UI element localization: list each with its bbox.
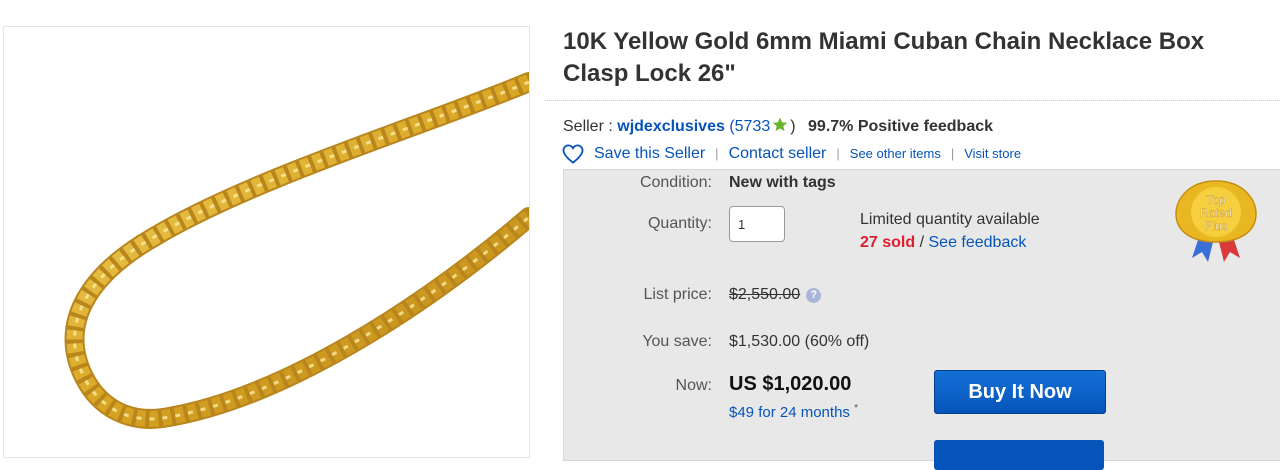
now-label: Now: [675,377,712,394]
condition-value: New with tags [729,174,836,191]
financing-footnote-mark: * [854,403,858,414]
quantity-input[interactable] [729,206,785,242]
condition-label: Condition: [639,174,712,191]
star-icon [772,117,788,139]
availability-text: Limited quantity available [860,211,1040,228]
seller-name-link[interactable]: wjdexclusives [617,118,725,135]
info-icon[interactable]: ? [806,288,822,303]
heart-icon[interactable] [562,144,584,164]
divider [545,100,1280,101]
buy-it-now-button[interactable]: Buy It Now [934,370,1106,414]
visit-store-link[interactable]: Visit store [964,144,1021,164]
contact-seller-link[interactable]: Contact seller [729,144,827,164]
product-title: 10K Yellow Gold 6mm Miami Cuban Chain Ne… [563,28,1205,87]
sold-count: 27 sold [860,234,916,251]
product-image[interactable] [3,26,530,458]
seller-label: Seller : [563,118,613,135]
you-save-label: You save: [642,333,712,350]
you-save-value: $1,530.00 (60% off) [729,333,870,350]
see-feedback-link[interactable]: See feedback [929,234,1027,251]
financing-text[interactable]: $49 for 24 months [729,404,850,421]
sold-separator: / [919,234,925,251]
add-to-cart-button[interactable] [934,440,1104,470]
seller-info: Seller : wjdexclusives (5733) 99.7% Posi… [563,117,993,139]
separator: | [836,146,840,161]
list-price: $2,550.00 [729,286,801,303]
badge-line-top: Top [1206,193,1226,207]
see-other-items-link[interactable]: See other items [850,144,941,164]
feedback-count-link[interactable]: 5733 [735,118,771,135]
separator: | [715,146,719,161]
separator: | [950,146,955,161]
sold-info: 27 sold / See feedback [860,234,1026,252]
top-rated-plus-badge: Top Rated Plus [1170,178,1262,269]
positive-feedback: 99.7% Positive feedback [808,118,994,135]
save-seller-link[interactable]: Save this Seller [594,144,705,164]
badge-line-plus: Plus [1204,219,1227,233]
seller-actions: Save this Seller | Contact seller | See … [562,144,1021,164]
now-price: US $1,020.00 [729,373,852,395]
feedback-close-paren: ) [790,118,796,135]
list-price-label: List price: [643,286,712,303]
list-price-row: $2,550.00? [729,286,822,304]
badge-line-rated: Rated [1200,206,1232,220]
financing-offer[interactable]: $49 for 24 months * [729,403,858,421]
quantity-label: Quantity: [647,215,712,232]
gold-chain-image [64,72,529,429]
